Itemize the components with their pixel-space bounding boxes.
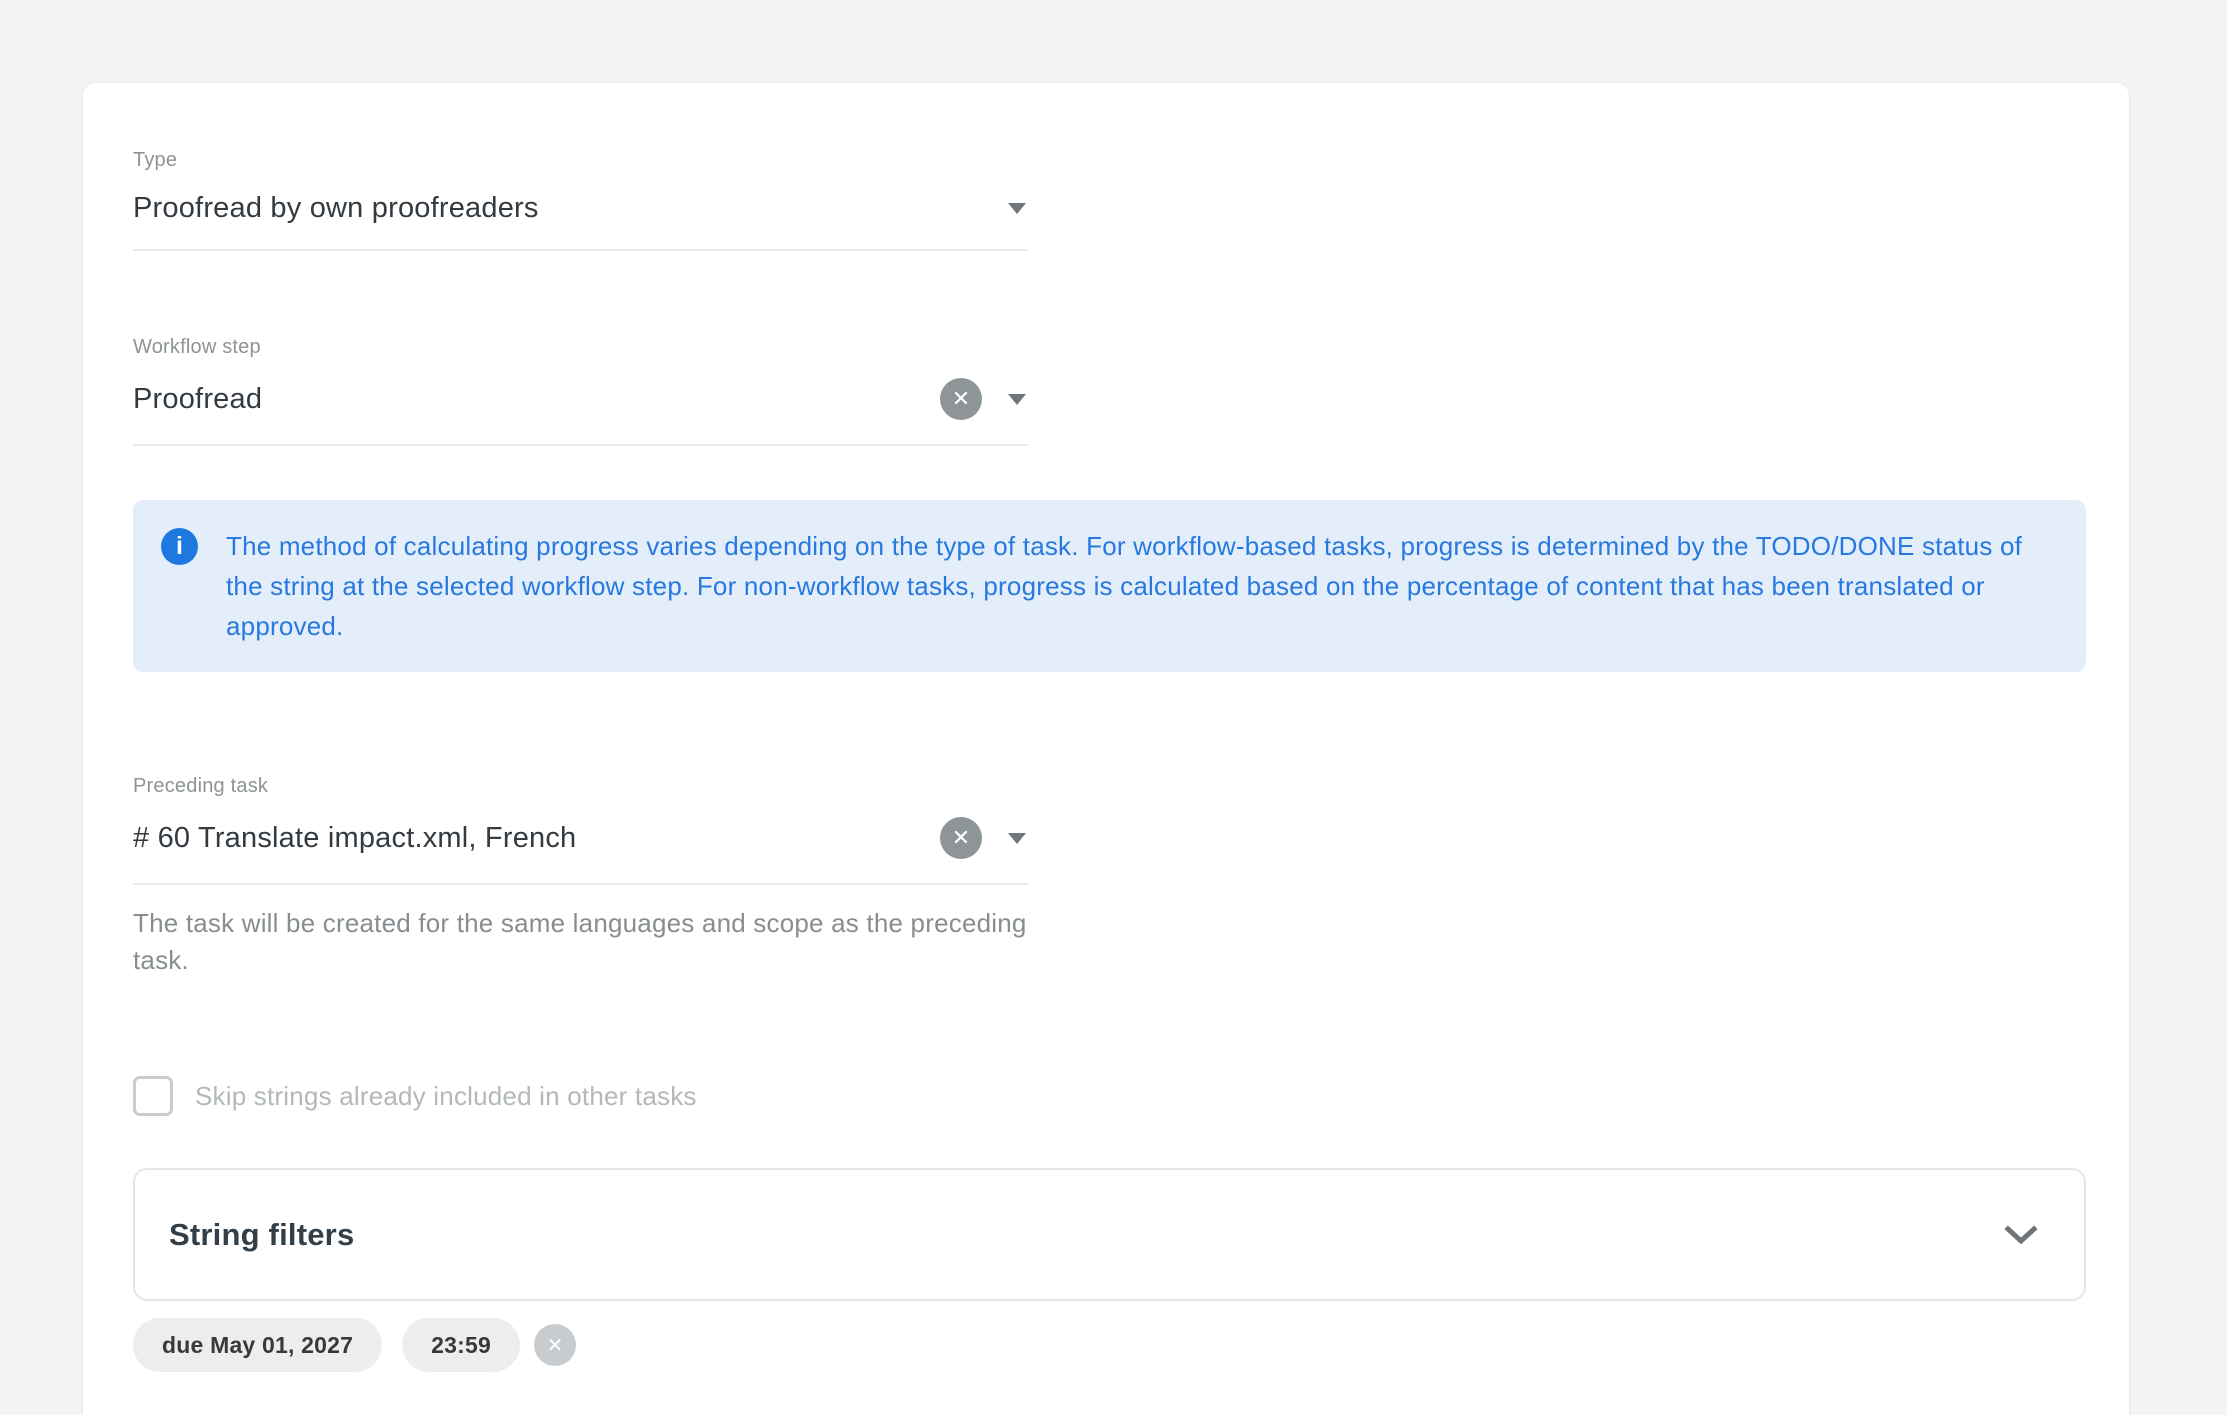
preceding-task-label: Preceding task bbox=[133, 774, 1028, 798]
dropdown-caret-icon bbox=[1008, 833, 1026, 844]
skip-strings-checkbox-label: Skip strings already included in other t… bbox=[195, 1081, 697, 1112]
due-date-chips-row: due May 01, 2027 23:59 ✕ bbox=[133, 1318, 2084, 1372]
preceding-task-select[interactable]: # 60 Translate impact.xml, French ✕ bbox=[133, 817, 1028, 885]
preceding-task-select-actions: ✕ bbox=[940, 817, 1028, 859]
clear-x-icon: ✕ bbox=[952, 386, 970, 412]
workflow-step-select-value: Proofread bbox=[133, 382, 262, 416]
progress-info-alert-text: The method of calculating progress varie… bbox=[226, 526, 2038, 646]
type-select-value: Proofread by own proofreaders bbox=[133, 191, 539, 225]
string-filters-title: String filters bbox=[169, 1217, 354, 1253]
skip-strings-row: Skip strings already included in other t… bbox=[133, 1076, 2084, 1116]
workflow-step-field: Workflow step Proofread ✕ bbox=[133, 335, 1028, 446]
string-filters-panel-header[interactable]: String filters bbox=[133, 1168, 2086, 1301]
skip-strings-checkbox[interactable] bbox=[133, 1076, 173, 1116]
workflow-step-select-actions: ✕ bbox=[940, 378, 1028, 420]
workflow-step-label: Workflow step bbox=[133, 335, 1028, 359]
dropdown-caret-icon bbox=[1008, 203, 1026, 214]
type-field-label: Type bbox=[133, 148, 1028, 172]
task-form-card: Type Proofread by own proofreaders Workf… bbox=[82, 82, 2130, 1415]
preceding-task-helper-text: The task will be created for the same la… bbox=[133, 905, 1038, 979]
workflow-step-select[interactable]: Proofread ✕ bbox=[133, 378, 1028, 446]
workflow-step-clear-button[interactable]: ✕ bbox=[940, 378, 982, 420]
due-date-chip[interactable]: due May 01, 2027 bbox=[133, 1318, 382, 1372]
remove-due-date-button[interactable]: ✕ bbox=[534, 1324, 576, 1366]
preceding-task-clear-button[interactable]: ✕ bbox=[940, 817, 982, 859]
page-background: Type Proofread by own proofreaders Workf… bbox=[0, 0, 2227, 1415]
type-select[interactable]: Proofread by own proofreaders bbox=[133, 191, 1028, 251]
type-select-actions bbox=[1008, 203, 1028, 214]
due-time-chip[interactable]: 23:59 bbox=[402, 1318, 520, 1372]
preceding-task-select-value: # 60 Translate impact.xml, French bbox=[133, 821, 576, 855]
dropdown-caret-icon bbox=[1008, 394, 1026, 405]
clear-x-icon: ✕ bbox=[547, 1333, 564, 1358]
type-field: Type Proofread by own proofreaders bbox=[133, 148, 1028, 251]
preceding-task-field: Preceding task # 60 Translate impact.xml… bbox=[133, 774, 1028, 885]
chevron-down-icon bbox=[2004, 1225, 2038, 1245]
progress-info-alert: i The method of calculating progress var… bbox=[133, 500, 2086, 672]
info-icon: i bbox=[161, 528, 198, 565]
clear-x-icon: ✕ bbox=[952, 825, 970, 851]
